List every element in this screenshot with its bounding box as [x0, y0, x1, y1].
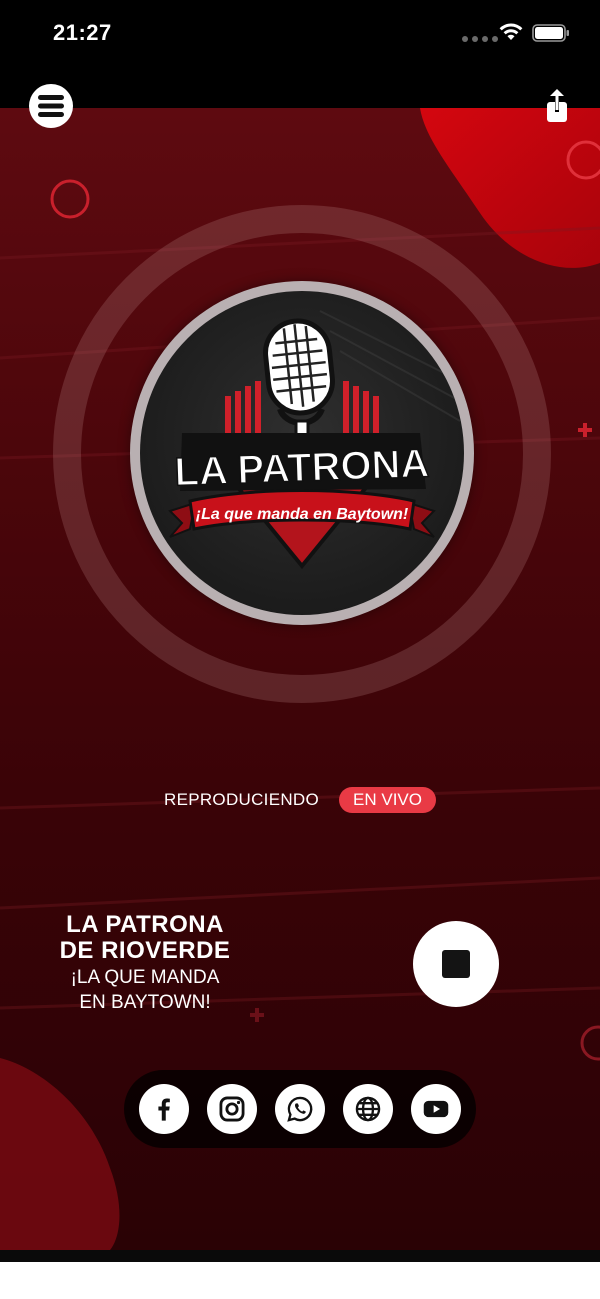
top-app-bar [0, 66, 600, 108]
hamburger-icon [38, 95, 64, 117]
now-playing-label: REPRODUCIENDO [164, 790, 320, 809]
wifi-icon [499, 23, 523, 40]
facebook-button[interactable] [139, 1084, 189, 1134]
youtube-button[interactable] [411, 1084, 461, 1134]
stop-button[interactable] [413, 921, 499, 1007]
status-bar: 21:27 [0, 0, 600, 66]
globe-icon [355, 1096, 381, 1122]
stop-icon [442, 950, 470, 978]
bottom-strip [0, 1250, 600, 1262]
social-links-bar [124, 1070, 476, 1148]
share-icon[interactable] [540, 88, 574, 126]
now-playing-row: REPRODUCIENDO EN VIVO [0, 786, 600, 814]
status-time: 21:27 [53, 20, 112, 45]
website-button[interactable] [343, 1084, 393, 1134]
logo-title: LA PATRONA [174, 442, 430, 495]
youtube-icon [423, 1100, 449, 1118]
live-badge: EN VIVO [339, 787, 436, 813]
whatsapp-icon [287, 1096, 313, 1122]
instagram-icon [219, 1096, 245, 1122]
battery-icon [532, 24, 569, 42]
microphone-logo-art: LA PATRONA ¡La que manda en Baytown! [168, 310, 461, 570]
station-slogan-line1: ¡LA QUE MANDA [70, 967, 220, 988]
home-indicator-area [0, 1262, 600, 1299]
facebook-icon [158, 1098, 170, 1121]
station-logo: LA PATRONA ¡La que manda en Baytown! [140, 291, 464, 615]
station-slogan-line2: EN BAYTOWN! [79, 992, 211, 1013]
station-name-line1: LA PATRONA [66, 911, 224, 938]
cellular-signal-icon [462, 36, 498, 42]
station-info: LA PATRONA DE RIOVERDE ¡LA QUE MANDA EN … [30, 912, 260, 1014]
whatsapp-button[interactable] [275, 1084, 325, 1134]
logo-slogan: ¡La que manda en Baytown! [196, 506, 409, 523]
instagram-button[interactable] [207, 1084, 257, 1134]
station-name-line2: DE RIOVERDE [59, 937, 231, 964]
menu-button[interactable] [29, 84, 73, 128]
